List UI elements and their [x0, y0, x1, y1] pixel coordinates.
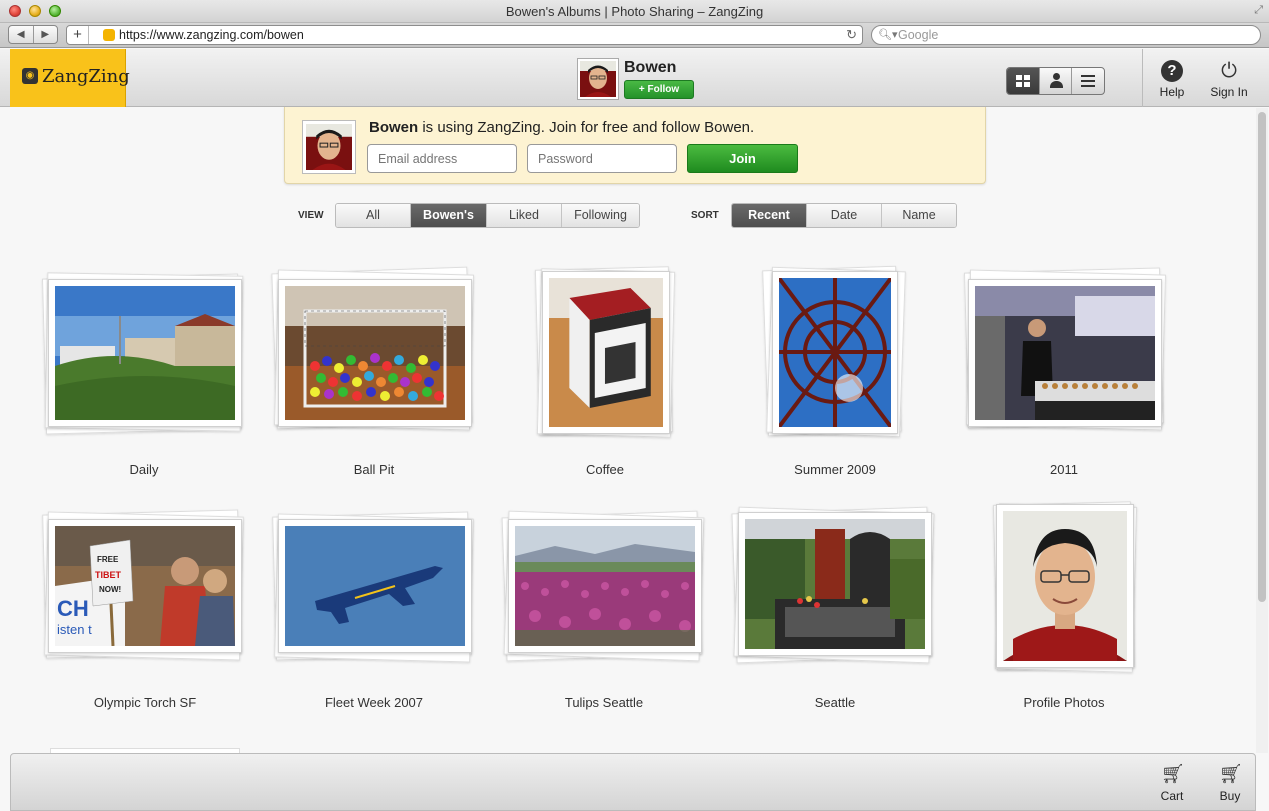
grid-view-button[interactable]	[1007, 68, 1040, 94]
browser-toolbar: ◀ ▶ + https://www.zangzing.com/bowen ↻ 🔍…	[0, 23, 1269, 48]
back-icon[interactable]: ◀	[9, 26, 34, 43]
favicon-icon	[103, 29, 115, 41]
window-titlebar: Bowen's Albums | Photo Sharing – ZangZin…	[0, 0, 1269, 23]
album-cover[interactable]	[48, 279, 242, 427]
album-cover[interactable]	[278, 279, 472, 427]
list-icon	[1081, 75, 1096, 87]
fullscreen-icon[interactable]: ⤢	[1254, 4, 1263, 17]
url-text[interactable]: https://www.zangzing.com/bowen	[119, 28, 304, 42]
join-button[interactable]: Join	[687, 144, 798, 173]
zangzing-logo[interactable]: ◉ ZangZing	[10, 49, 130, 107]
album-title[interactable]: Daily	[44, 462, 244, 477]
album-cover[interactable]	[772, 271, 898, 434]
grid-icon	[1016, 75, 1030, 87]
album-title[interactable]: Coffee	[505, 462, 705, 477]
banner-avatar	[302, 120, 356, 174]
people-view-button[interactable]	[1040, 68, 1073, 94]
user-name[interactable]: Bowen	[624, 59, 676, 77]
sort-name-button[interactable]: Name	[882, 204, 956, 227]
list-view-button[interactable]	[1072, 68, 1104, 94]
layout-toggle	[1006, 67, 1105, 95]
forward-icon[interactable]: ▶	[34, 26, 58, 43]
person-icon	[1049, 73, 1063, 89]
view-liked-button[interactable]: Liked	[487, 204, 562, 227]
view-bowens-button[interactable]: Bowen's	[411, 204, 487, 227]
power-icon: ⏻	[1221, 60, 1237, 82]
sort-recent-button[interactable]: Recent	[732, 204, 807, 227]
cart-icon: 🛒︎	[1161, 764, 1186, 785]
album-cover[interactable]	[996, 504, 1134, 668]
email-field[interactable]	[367, 144, 517, 173]
album-title[interactable]: Tulips Seattle	[504, 695, 704, 710]
album-title[interactable]: Fleet Week 2007	[274, 695, 474, 710]
sign-in-label: Sign In	[1210, 85, 1248, 99]
sort-date-button[interactable]: Date	[807, 204, 882, 227]
album-cover[interactable]	[542, 271, 670, 434]
buy-cart-plus-icon: 🛒︎	[1219, 764, 1244, 785]
address-bar[interactable]: + https://www.zangzing.com/bowen ↻	[66, 25, 863, 45]
search-placeholder: Google	[898, 28, 939, 42]
add-bookmark-icon[interactable]: +	[67, 26, 89, 44]
help-label: Help	[1159, 85, 1185, 99]
svg-text:TIBET: TIBET	[95, 570, 122, 580]
reload-icon[interactable]: ↻	[846, 27, 857, 43]
bottom-toolbar: 🛒︎ Cart 🛒︎ Buy	[10, 753, 1256, 811]
view-filter: All Bowen's Liked Following	[335, 203, 640, 228]
album-cover[interactable]: CH isten t FREE TIBET NOW!	[48, 519, 242, 653]
album-title[interactable]: Olympic Torch SF	[45, 695, 245, 710]
cart-button[interactable]: 🛒︎ Cart	[1152, 764, 1192, 803]
user-avatar[interactable]	[577, 58, 619, 100]
app-header: ◉ ZangZing Bowen + Follow ? Help ⏻ Sign …	[0, 49, 1269, 107]
cart-label: Cart	[1160, 789, 1184, 803]
camera-icon: ◉	[22, 68, 38, 84]
album-title[interactable]: Seattle	[735, 695, 935, 710]
scroll-thumb[interactable]	[1258, 112, 1266, 602]
follow-button[interactable]: + Follow	[624, 80, 694, 99]
help-button[interactable]: ? Help	[1147, 60, 1197, 99]
svg-text:isten t: isten t	[57, 622, 92, 637]
album-cover[interactable]	[278, 519, 472, 653]
svg-text:FREE: FREE	[97, 555, 119, 564]
help-icon: ?	[1161, 60, 1183, 82]
svg-text:NOW!: NOW!	[99, 585, 121, 594]
buy-button[interactable]: 🛒︎ Buy	[1210, 764, 1250, 803]
view-label: VIEW	[298, 210, 324, 221]
join-banner: Bowen is using ZangZing. Join for free a…	[284, 107, 986, 184]
window-title: Bowen's Albums | Photo Sharing – ZangZin…	[505, 4, 764, 19]
sign-in-button[interactable]: ⏻ Sign In	[1204, 60, 1254, 99]
album-title[interactable]: 2011	[964, 462, 1164, 477]
sort-label: SORT	[691, 210, 719, 221]
page-scrollbar[interactable]	[1256, 108, 1268, 753]
logo-text: ZangZing	[42, 66, 130, 87]
album-title[interactable]: Profile Photos	[964, 695, 1164, 710]
view-following-button[interactable]: Following	[562, 204, 639, 227]
album-cover[interactable]	[968, 279, 1162, 427]
join-user-name: Bowen	[369, 119, 419, 136]
sort-options: Recent Date Name	[731, 203, 957, 228]
album-title[interactable]: Summer 2009	[735, 462, 935, 477]
join-message: Bowen is using ZangZing. Join for free a…	[369, 119, 754, 136]
album-cover[interactable]	[738, 512, 932, 656]
search-field[interactable]: 🔍︎▾ Google	[871, 25, 1261, 45]
album-title[interactable]: Ball Pit	[274, 462, 474, 477]
svg-text:CH: CH	[57, 596, 89, 621]
nav-buttons: ◀ ▶	[8, 25, 58, 44]
join-message-text: is using ZangZing. Join for free and fol…	[418, 119, 755, 136]
password-field[interactable]	[527, 144, 677, 173]
header-divider	[1142, 49, 1143, 107]
buy-label: Buy	[1219, 789, 1241, 803]
view-all-button[interactable]: All	[336, 204, 411, 227]
album-cover[interactable]	[508, 519, 702, 653]
search-icon: 🔍︎▾	[878, 29, 898, 41]
